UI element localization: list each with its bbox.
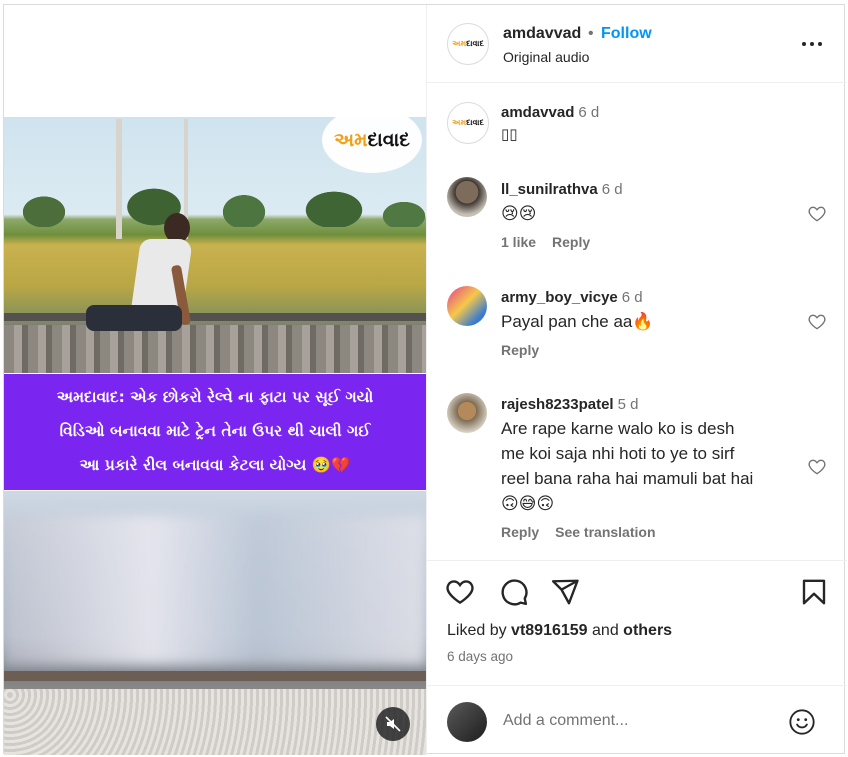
blurred-train [4, 515, 426, 665]
kneeling-boy [86, 213, 216, 353]
rail [4, 671, 426, 681]
see-translation-link[interactable]: See translation [555, 524, 655, 540]
author-avatar[interactable]: અમદાવાદ [447, 23, 489, 65]
liked-by-others[interactable]: others [623, 622, 672, 639]
liked-by-user[interactable]: vt8916159 [511, 622, 588, 639]
smiley-icon[interactable] [788, 708, 816, 736]
comment-avatar[interactable] [447, 286, 487, 326]
speaker-muted-icon [385, 716, 401, 732]
audio-link[interactable]: Original audio [503, 49, 589, 65]
comment-like-heart-icon[interactable] [807, 312, 827, 332]
comment-time[interactable]: 6 d [578, 104, 599, 121]
channel-logo-badge: અમદાવાદ [322, 107, 422, 173]
comment-username[interactable]: army_boy_vicye [501, 289, 618, 306]
author-username[interactable]: amdavvad [503, 25, 581, 43]
share-icon[interactable] [550, 577, 580, 607]
comment-time[interactable]: 6 d [602, 181, 623, 198]
mute-button[interactable] [376, 707, 410, 741]
comment-text: Payal pan che aa🔥 [501, 312, 654, 331]
reply-link[interactable]: Reply [501, 342, 539, 358]
comment-avatar[interactable]: અમદાવાદ [447, 102, 489, 144]
caption-line: આ પ્રકારે રીલ બનાવવા કેટલા યોગ્ય 🥹💔 [79, 456, 351, 474]
post-side-panel: અમદાવાદ amdavvad • Follow Original audio… [426, 5, 847, 755]
heart-icon[interactable] [445, 577, 475, 607]
liked-by-and: and [592, 622, 619, 639]
video-frame-bottom [4, 491, 426, 755]
add-comment-bar: Add a comment... [427, 685, 847, 756]
video-caption-banner: અમદાવાદ: એક છોકરો રેલ્વે ના ફાટા પર સૂઈ … [4, 374, 426, 490]
comment-avatar[interactable] [447, 177, 487, 217]
post-dialog: અમદાવાદ અમદાવાદ: એક છોકરો રેલ્વે ના ફાટા… [3, 4, 847, 755]
current-user-avatar[interactable] [447, 702, 487, 742]
post-media[interactable]: અમદાવાદ અમદાવાદ: એક છોકરો રેલ્વે ના ફાટા… [4, 5, 426, 755]
caption-comment: amdavvad 6 d ▯▯ [501, 104, 599, 146]
comment-username[interactable]: ll_sunilrathva [501, 181, 598, 198]
comment-text-line: reel bana raha hai mamuli bat hai [501, 469, 754, 488]
liked-by-line: Liked by vt8916159 and others [447, 622, 672, 640]
comment-username[interactable]: rajesh8233patel [501, 396, 614, 413]
comment-username[interactable]: amdavvad [501, 104, 574, 121]
bookmark-icon[interactable] [799, 577, 829, 607]
comment: ll_sunilrathva 6 d 😢😢 1 like Reply [501, 181, 801, 250]
comment-time[interactable]: 6 d [622, 289, 643, 306]
post-time-ago[interactable]: 6 days ago [447, 649, 513, 664]
reply-link[interactable]: Reply [552, 234, 590, 250]
avatar-logo-text: અમદાવાદ [452, 39, 484, 48]
separator-dot: • [588, 25, 594, 42]
comment-text-line: me koi saja nhi hoti to ye to sirf [501, 444, 735, 463]
channel-logo-text: અમદાવાદ [334, 129, 410, 151]
comment-icon[interactable] [499, 577, 529, 607]
comment-avatar[interactable] [447, 393, 487, 433]
comment-meta: 1 like Reply [501, 234, 801, 250]
comment-text: ▯▯ [501, 126, 518, 143]
post-actions: Liked by vt8916159 and others 6 days ago… [427, 560, 847, 755]
liked-by-prefix: Liked by [447, 622, 507, 639]
comment-meta: Reply [501, 342, 801, 358]
comments-list[interactable]: અમદાવાદ amdavvad 6 d ▯▯ ll_sunilrathva 6 d… [427, 84, 847, 560]
comment-time[interactable]: 5 d [618, 396, 639, 413]
like-count[interactable]: 1 like [501, 234, 536, 250]
caption-line: વિડિઓ બનાવવા માટે ટ્રેન તેના ઉપર થી ચાલી… [59, 422, 371, 440]
comment-like-heart-icon[interactable] [807, 457, 827, 477]
comment: rajesh8233patel 5 d Are rape karne walo k… [501, 396, 811, 540]
comment-input[interactable]: Add a comment... [503, 712, 628, 730]
reply-link[interactable]: Reply [501, 524, 539, 540]
comment-emoji-line: 🙃😅🙃 [501, 494, 555, 513]
comment-text: 😢😢 [501, 204, 537, 223]
follow-button[interactable]: Follow [601, 25, 652, 43]
comment-meta: Reply See translation [501, 524, 811, 540]
comment-like-heart-icon[interactable] [807, 204, 827, 224]
avatar-logo-text: અમદાવાદ [452, 118, 484, 127]
comment-text-line: Are rape karne walo ko is desh [501, 419, 735, 438]
more-options-icon[interactable] [800, 42, 824, 48]
gravel [4, 689, 426, 755]
caption-line: અમદાવાદ: એક છોકરો રેલ્વે ના ફાટા પર સૂઈ … [56, 388, 374, 406]
comment: army_boy_vicye 6 d Payal pan che aa🔥 Repl… [501, 289, 801, 358]
post-header: અમદાવાદ amdavvad • Follow Original audio [427, 5, 847, 83]
